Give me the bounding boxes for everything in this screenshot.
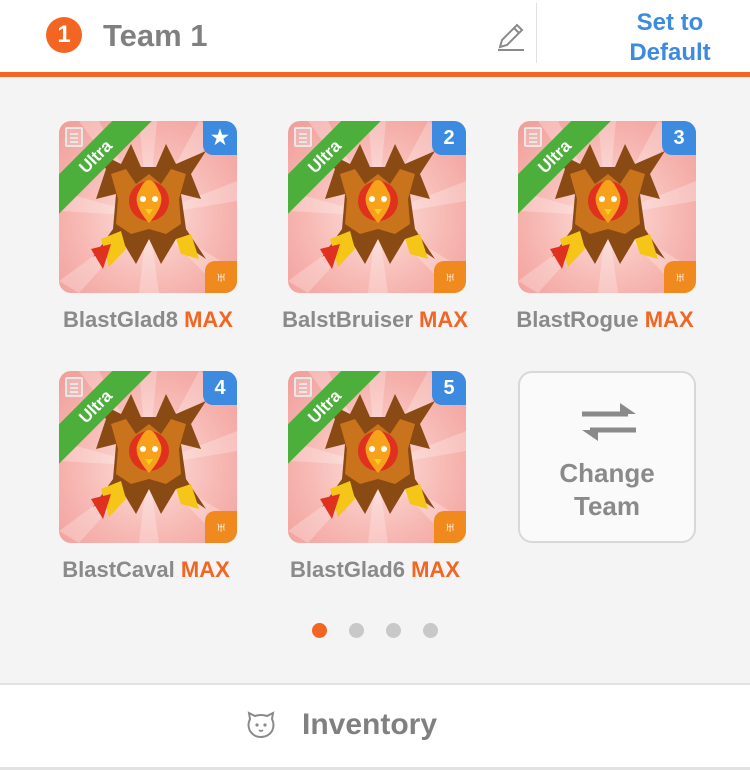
- team-number-badge: 1: [46, 17, 82, 53]
- monster-level: MAX: [184, 307, 233, 332]
- page-dot-2[interactable]: [349, 623, 364, 638]
- monster-card-5[interactable]: Ultra 5 ♅: [288, 371, 466, 543]
- rank-badge: 2: [432, 121, 466, 155]
- leader-star-icon: ★: [203, 121, 237, 155]
- element-icon: ♅: [205, 511, 237, 543]
- monster-name: BalstBruiser: [282, 307, 413, 332]
- monster-face-icon: [247, 711, 275, 739]
- document-icon: [65, 127, 83, 147]
- document-icon: [65, 377, 83, 397]
- set-to-default-button[interactable]: Set to Default: [600, 8, 740, 68]
- pencil-icon[interactable]: [490, 16, 530, 56]
- team-header: 1 Team 1 Set to Default: [0, 0, 750, 72]
- monster-name: BlastCaval: [62, 557, 175, 582]
- team-name: Team 1: [103, 18, 208, 53]
- monster-label-3: BlastRogue MAX: [485, 307, 725, 333]
- monster-card-4[interactable]: Ultra 4 ♅: [59, 371, 237, 543]
- monster-label-2: BalstBruiser MAX: [255, 307, 495, 333]
- monster-level: MAX: [419, 307, 468, 332]
- monster-card-3[interactable]: Ultra 3 ♅: [518, 121, 696, 293]
- change-team-line2: Team: [574, 491, 640, 521]
- swap-arrows-icon: [582, 403, 636, 441]
- element-icon: ♅: [434, 511, 466, 543]
- monster-card-2[interactable]: Ultra 2 ♅: [288, 121, 466, 293]
- change-team-line1: Change: [559, 458, 655, 488]
- rank-badge: 5: [432, 371, 466, 405]
- rank-badge: 4: [203, 371, 237, 405]
- element-icon: ♅: [205, 261, 237, 293]
- monster-label-1: BlastGlad8 MAX: [28, 307, 268, 333]
- page-dot-4[interactable]: [423, 623, 438, 638]
- monster-name: BlastGlad8: [63, 307, 178, 332]
- page-dot-1[interactable]: [312, 623, 327, 638]
- set-default-line1: Set to: [636, 9, 704, 36]
- document-icon: [294, 127, 312, 147]
- element-icon: ♅: [434, 261, 466, 293]
- inventory-button[interactable]: Inventory: [0, 685, 750, 767]
- page-dot-3[interactable]: [386, 623, 401, 638]
- monster-label-4: BlastCaval MAX: [26, 557, 266, 583]
- monster-card-1[interactable]: Ultra ★ ♅: [59, 121, 237, 293]
- element-icon: ♅: [664, 261, 696, 293]
- inventory-label: Inventory: [302, 708, 438, 741]
- header-divider: [536, 3, 537, 63]
- change-team-label: Change Team: [520, 457, 694, 523]
- document-icon: [524, 127, 542, 147]
- rank-badge: 3: [662, 121, 696, 155]
- set-default-line2: Default: [629, 39, 711, 66]
- monster-level: MAX: [644, 307, 694, 332]
- monster-level: MAX: [411, 557, 460, 582]
- monster-level: MAX: [180, 557, 230, 582]
- page-indicator: [310, 623, 440, 639]
- change-team-button[interactable]: Change Team: [518, 371, 696, 543]
- team-grid: Ultra ★ ♅ BlastGlad8 MAX Ultra 2 ♅ Balst…: [0, 77, 750, 683]
- monster-name: BlastRogue: [516, 307, 639, 332]
- monster-label-5: BlastGlad6 MAX: [255, 557, 495, 583]
- monster-name: BlastGlad6: [290, 557, 405, 582]
- document-icon: [294, 377, 312, 397]
